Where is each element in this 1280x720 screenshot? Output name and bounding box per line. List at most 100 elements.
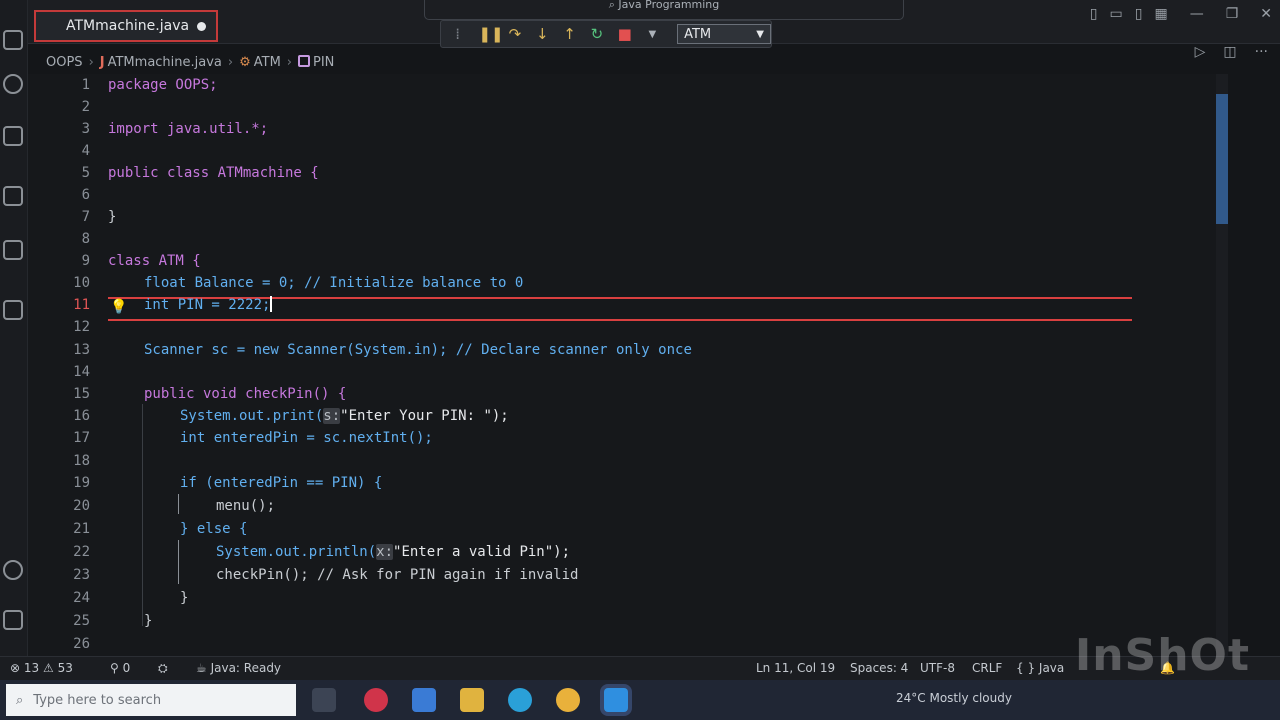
- breadcrumb: OOPS › J ATMmachine.java › ⚙ ATM › PIN: [46, 50, 334, 74]
- explorer-icon[interactable]: [3, 30, 23, 50]
- weather-widget[interactable]: 24°C Mostly cloudy: [896, 691, 1012, 705]
- step-over-icon[interactable]: ↷: [508, 25, 522, 43]
- scrollbar-thumb[interactable]: [1216, 94, 1228, 224]
- task-view-icon[interactable]: [312, 688, 336, 712]
- code-fragment: System.out.println(: [216, 544, 377, 560]
- warning-count: 53: [57, 661, 73, 675]
- code-line-7: }: [108, 209, 117, 225]
- restart-icon[interactable]: ↻: [590, 25, 604, 43]
- app-watermark: InShOt: [1074, 630, 1250, 681]
- debug-icon[interactable]: ⛭: [158, 661, 168, 676]
- testing-icon[interactable]: [3, 300, 23, 320]
- breadcrumb-item[interactable]: OOPS: [46, 55, 83, 70]
- drag-handle-icon[interactable]: ⁞: [451, 25, 464, 43]
- code-line-10: float Balance = 0; // Initialize balance…: [144, 275, 524, 291]
- taskbar-search[interactable]: ⌕ Type here to search: [6, 684, 296, 716]
- code-line-23: checkPin(); // Ask for PIN again if inva…: [216, 567, 579, 583]
- inlay-hint: x:: [376, 544, 394, 560]
- line-number: 4: [81, 143, 90, 159]
- line-number: 21: [73, 521, 90, 537]
- line-number: 13: [73, 342, 90, 358]
- language-mode[interactable]: { } Java: [1016, 661, 1064, 675]
- line-number: 23: [73, 567, 90, 583]
- ports-indicator[interactable]: ⚲ 0: [110, 661, 130, 675]
- code-line-1: package OOPS;: [108, 77, 218, 93]
- line-number: 2: [81, 99, 90, 115]
- editor-tab-atmmachine[interactable]: ATMmachine.java: [34, 10, 218, 42]
- line-number: 14: [73, 364, 90, 380]
- chevron-down-icon: ▼: [756, 28, 764, 40]
- toggle-secondary-sidebar-icon[interactable]: ▯: [1135, 6, 1143, 22]
- line-number: 1: [81, 77, 90, 93]
- chrome-icon[interactable]: [556, 688, 580, 712]
- vscode-icon[interactable]: [604, 688, 628, 712]
- ports-count: 0: [122, 661, 131, 675]
- windows-taskbar: ⌕ Type here to search 24°C Mostly cloudy: [0, 680, 1280, 720]
- line-number: 19: [73, 475, 90, 491]
- indent-guide: [178, 540, 179, 584]
- account-icon[interactable]: [3, 560, 23, 580]
- line-number: 18: [73, 453, 90, 469]
- code-fragment: System.out.print(: [180, 408, 324, 424]
- indent-guide: [142, 404, 143, 626]
- source-control-icon[interactable]: [3, 126, 23, 146]
- indentation[interactable]: Spaces: 4: [850, 661, 908, 675]
- code-fragment: "Enter Your PIN: ");: [340, 408, 509, 424]
- encoding[interactable]: UTF-8: [920, 661, 955, 675]
- end-of-line[interactable]: CRLF: [972, 661, 1002, 675]
- warning-icon: ⚠: [42, 661, 58, 675]
- indent-guide: [178, 494, 179, 514]
- pause-icon[interactable]: ❚❚: [478, 25, 503, 43]
- extensions-icon[interactable]: [3, 240, 23, 260]
- step-out-icon[interactable]: ↑: [563, 25, 576, 43]
- chevron-down-icon[interactable]: ▼: [646, 29, 659, 40]
- run-icon[interactable]: ▷: [1195, 44, 1206, 60]
- maximize-button[interactable]: ❐: [1226, 6, 1239, 22]
- file-explorer-icon[interactable]: [460, 688, 484, 712]
- mail-icon[interactable]: [412, 688, 436, 712]
- command-center-title[interactable]: ⌕ Java Programming: [424, 0, 904, 20]
- error-count: 13: [23, 661, 40, 675]
- code-line-22: System.out.println(x:"Enter a valid Pin"…: [216, 541, 570, 563]
- problems-indicator[interactable]: ⊗ 13 ⚠ 53: [10, 661, 73, 675]
- tab-label: ATMmachine.java: [66, 18, 190, 34]
- unsaved-dot-icon[interactable]: [197, 21, 206, 31]
- debug-config-select[interactable]: ATM ▼: [677, 24, 771, 44]
- code-line-13: Scanner sc = new Scanner(System.in); // …: [144, 342, 692, 358]
- code-line-5: public class ATMmachine {: [108, 165, 319, 181]
- chevron-right-icon: ›: [286, 54, 292, 70]
- code-line-16: System.out.print(s:"Enter Your PIN: ");: [180, 405, 509, 427]
- java-status[interactable]: ☕ Java: Ready: [196, 661, 281, 675]
- opera-icon[interactable]: [364, 688, 388, 712]
- toggle-panel-icon[interactable]: ▭: [1110, 6, 1123, 22]
- edge-icon[interactable]: [508, 688, 532, 712]
- line-number: 26: [73, 636, 90, 652]
- code-line-17: int enteredPin = sc.nextInt();: [180, 430, 433, 446]
- breadcrumb-item[interactable]: ⚙ ATM: [239, 55, 281, 70]
- code-line-9: class ATM {: [108, 253, 201, 269]
- java-file-icon: J: [99, 54, 105, 70]
- run-debug-icon[interactable]: [3, 186, 23, 206]
- breadcrumb-item[interactable]: PIN: [298, 54, 334, 70]
- activity-bar: [0, 0, 28, 656]
- stop-icon[interactable]: ■: [618, 25, 632, 43]
- split-editor-icon[interactable]: ◫: [1223, 44, 1236, 60]
- cursor-position[interactable]: Ln 11, Col 19: [756, 661, 835, 675]
- customize-layout-icon[interactable]: ▦: [1154, 6, 1167, 22]
- search-icon[interactable]: [3, 74, 23, 94]
- code-line-11-text: int PIN = 2222;: [144, 297, 271, 313]
- toggle-primary-sidebar-icon[interactable]: ▯: [1090, 6, 1098, 22]
- more-actions-icon[interactable]: ···: [1255, 44, 1268, 60]
- field-symbol-icon: [298, 54, 310, 67]
- breadcrumb-item[interactable]: J ATMmachine.java: [100, 55, 222, 70]
- minimize-button[interactable]: —: [1190, 6, 1204, 22]
- text-cursor: [270, 296, 273, 312]
- code-editor[interactable]: 1 2 3 4 5 6 7 8 9 10 11 12 13 14 15 16 1…: [28, 74, 1228, 656]
- settings-gear-icon[interactable]: [3, 610, 23, 630]
- lightbulb-icon[interactable]: 💡: [110, 299, 127, 315]
- code-line-15: public void checkPin() {: [144, 386, 347, 402]
- vertical-scrollbar[interactable]: [1216, 74, 1228, 656]
- close-button[interactable]: ✕: [1260, 6, 1272, 22]
- step-into-icon[interactable]: ↓: [536, 25, 549, 43]
- chevron-right-icon: ›: [88, 54, 94, 70]
